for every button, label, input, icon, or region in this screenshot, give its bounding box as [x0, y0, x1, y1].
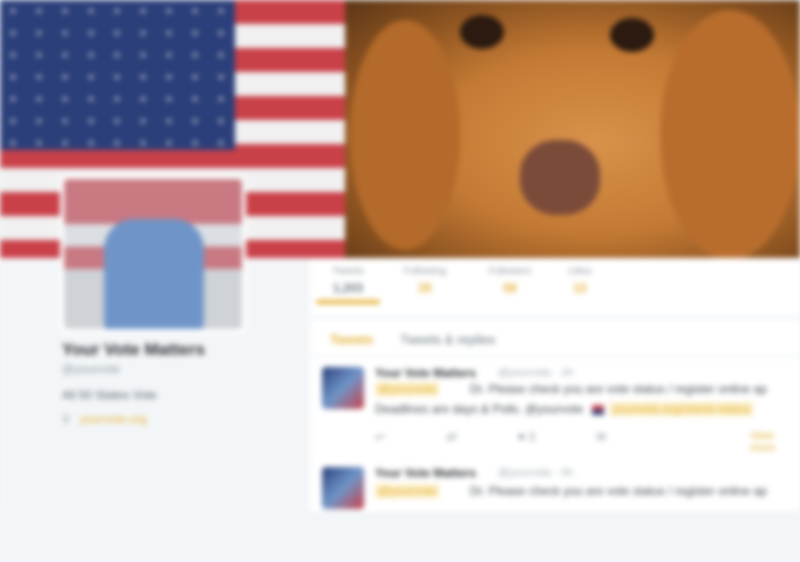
tweet-item[interactable]: Your Vote Matters @yourvote · 5h @yourvo… [310, 462, 800, 562]
nav-likes[interactable]: Likes 12 [540, 266, 620, 295]
profile-name: Your Vote Matters [62, 340, 205, 359]
dog-nose [520, 140, 600, 215]
dog-eye-right [610, 18, 654, 52]
nav-tweets[interactable]: Tweets 1,203 [308, 266, 388, 295]
profile-handle: @yourvote [62, 362, 121, 376]
flag-icon [592, 405, 604, 415]
tweet-avatar[interactable] [322, 467, 364, 509]
like-icon[interactable]: ♥ 3 [518, 430, 535, 444]
retweet-icon[interactable]: ⇄ [446, 430, 456, 444]
tweet-text: Dr. Please check you are vote status / r… [470, 484, 767, 498]
dog-ear-left [350, 20, 460, 250]
flag-canton [0, 0, 235, 150]
profile-link[interactable]: yourvote.org [80, 412, 147, 426]
tweet-handle: @yourvote · 2h [498, 367, 574, 379]
tweet-item[interactable]: Your Vote Matters @yourvote · 2h @yourvo… [310, 362, 800, 462]
tweet-mention[interactable]: @yourvote [375, 382, 440, 396]
tweet-link[interactable]: yourvote.org/check-status [610, 402, 754, 416]
tab-tweets[interactable]: Tweets [330, 332, 373, 347]
dog-ear-right [660, 10, 800, 258]
message-icon[interactable]: ✉ [596, 430, 606, 444]
tweet-author[interactable]: Your Vote Matters [375, 466, 476, 480]
nav-active-indicator [316, 300, 380, 304]
nav-following[interactable]: Following 25 [385, 266, 465, 295]
tweet-handle: @yourvote · 5h [498, 467, 574, 479]
tweet-author[interactable]: Your Vote Matters [375, 366, 476, 380]
tweet-mention[interactable]: @yourvote [375, 484, 440, 498]
tweet-text-continued: Deadlines are days & Polls. @yourvote [375, 402, 584, 416]
profile-location: All 50 States Vote [62, 388, 157, 402]
avatar[interactable] [60, 175, 246, 333]
page-root: Your Vote Matters @yourvote All 50 State… [0, 0, 800, 511]
tab-tweets-replies[interactable]: Tweets & replies [400, 332, 495, 347]
dog-eye-left [460, 15, 504, 49]
tweet-text: Dr. Please check you are vote status / r… [470, 382, 767, 396]
reply-icon[interactable]: ↩ [375, 430, 385, 444]
link-icon: ⚲ [62, 414, 71, 426]
nav-followers[interactable]: Followers 58 [470, 266, 550, 295]
view-more-link[interactable]: View more [750, 430, 800, 454]
tweet-avatar[interactable] [322, 367, 364, 409]
tweet-actions: ↩ ⇄ ♥ 3 ✉ [375, 430, 664, 444]
tab-divider [310, 356, 800, 357]
